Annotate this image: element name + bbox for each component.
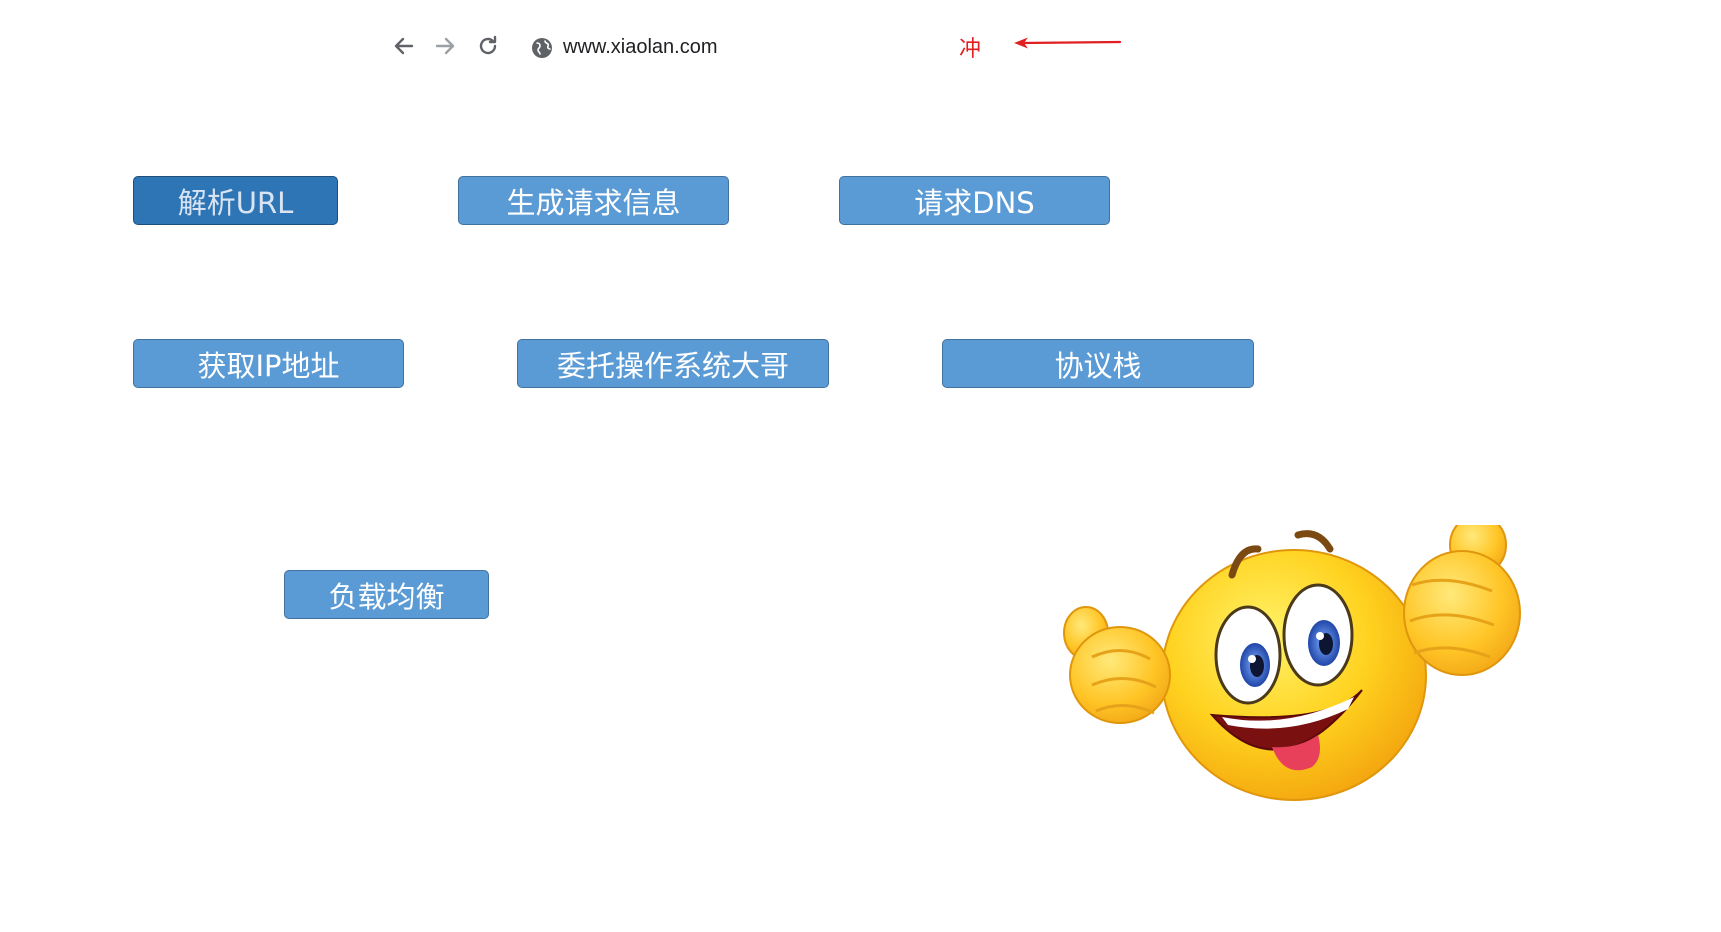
step-request-dns[interactable]: 请求DNS (839, 176, 1110, 225)
globe-icon (532, 38, 552, 58)
address-bar-url[interactable]: www.xiaolan.com (563, 36, 718, 59)
step-generate-request[interactable]: 生成请求信息 (458, 176, 729, 225)
arrow-right-icon (435, 37, 455, 55)
step-load-balancing[interactable]: 负载均衡 (284, 570, 489, 619)
forward-button[interactable] (433, 34, 457, 58)
step-protocol-stack[interactable]: 协议栈 (942, 339, 1254, 388)
arrow-left-icon (394, 37, 414, 55)
thumbs-up-smiley-icon (1063, 525, 1521, 801)
back-button[interactable] (392, 34, 416, 58)
step-delegate-os[interactable]: 委托操作系统大哥 (517, 339, 829, 388)
site-info-button[interactable] (531, 37, 553, 59)
red-arrow-left-icon (1014, 37, 1122, 49)
step-get-ip[interactable]: 获取IP地址 (133, 339, 404, 388)
step-parse-url[interactable]: 解析URL (133, 176, 338, 225)
reload-button[interactable] (476, 34, 500, 58)
annotation-text: 冲 (959, 37, 982, 62)
reload-icon (479, 35, 497, 55)
